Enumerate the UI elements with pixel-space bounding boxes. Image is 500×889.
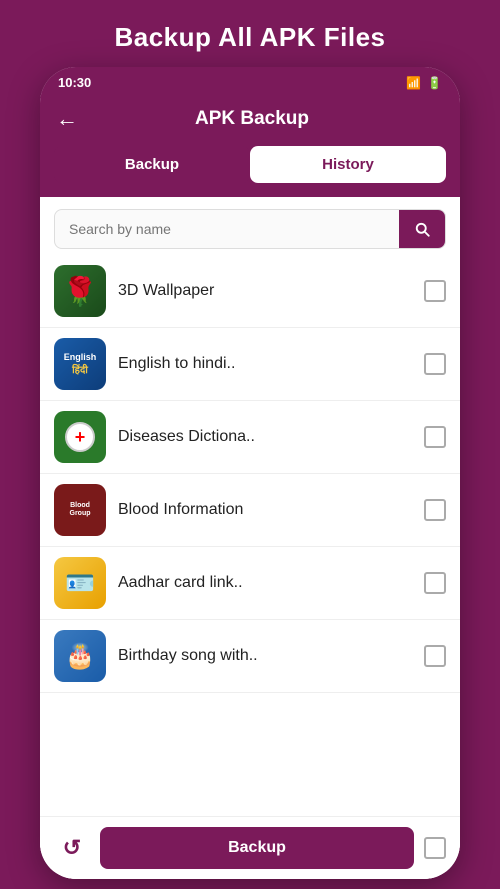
bottom-bar: ↺ Backup <box>40 816 460 879</box>
tab-bar: Backup History <box>40 146 460 197</box>
checkbox-3d-wallpaper[interactable] <box>424 280 446 302</box>
search-button[interactable] <box>399 210 445 248</box>
search-icon <box>413 220 431 238</box>
list-item: 3D Wallpaper <box>40 255 460 328</box>
app-name-blood: Blood Information <box>118 501 412 519</box>
content-area: 3D Wallpaper English हिंदी English to hi… <box>40 197 460 879</box>
tab-history[interactable]: History <box>250 146 446 183</box>
list-item: Blood Group Blood Information <box>40 474 460 547</box>
bottom-checkbox[interactable] <box>424 837 446 859</box>
app-name-english-hindi: English to hindi.. <box>118 355 412 373</box>
list-item: Birthday song with.. <box>40 620 460 693</box>
app-name-diseases: Diseases Dictiona.. <box>118 428 412 446</box>
app-list: 3D Wallpaper English हिंदी English to hi… <box>40 255 460 816</box>
app-name-aadhar: Aadhar card link.. <box>118 574 412 592</box>
app-name-3d-wallpaper: 3D Wallpaper <box>118 282 412 300</box>
top-bar-title: APK Backup <box>88 108 444 130</box>
top-bar: ← APK Backup <box>40 96 460 146</box>
app-icon-blood: Blood Group <box>54 484 106 536</box>
checkbox-blood[interactable] <box>424 499 446 521</box>
app-icon-aadhar <box>54 557 106 609</box>
list-item: + Diseases Dictiona.. <box>40 401 460 474</box>
checkbox-birthday[interactable] <box>424 645 446 667</box>
back-button[interactable]: ← <box>56 106 78 132</box>
search-bar <box>54 209 446 249</box>
app-icon-english-hindi: English हिंदी <box>54 338 106 390</box>
list-item: Aadhar card link.. <box>40 547 460 620</box>
checkbox-english-hindi[interactable] <box>424 353 446 375</box>
tab-backup[interactable]: Backup <box>54 146 250 183</box>
list-item: English हिंदी English to hindi.. <box>40 328 460 401</box>
app-icon-diseases: + <box>54 411 106 463</box>
app-icon-3d-wallpaper <box>54 265 106 317</box>
app-icon-birthday <box>54 630 106 682</box>
refresh-button[interactable]: ↺ <box>54 830 90 866</box>
checkbox-aadhar[interactable] <box>424 572 446 594</box>
status-bar: 10:30 📶 🔋 <box>40 67 460 96</box>
phone-frame: 10:30 📶 🔋 ← APK Backup Backup History <box>40 67 460 879</box>
battery-icon: 🔋 <box>427 76 442 90</box>
app-name-birthday: Birthday song with.. <box>118 647 412 665</box>
status-time: 10:30 <box>58 75 91 90</box>
search-input[interactable] <box>55 211 399 247</box>
checkbox-diseases[interactable] <box>424 426 446 448</box>
page-title: Backup All APK Files <box>94 0 405 67</box>
status-icons: 📶 🔋 <box>406 76 442 90</box>
backup-button[interactable]: Backup <box>100 827 414 869</box>
wifi-icon: 📶 <box>406 76 421 90</box>
